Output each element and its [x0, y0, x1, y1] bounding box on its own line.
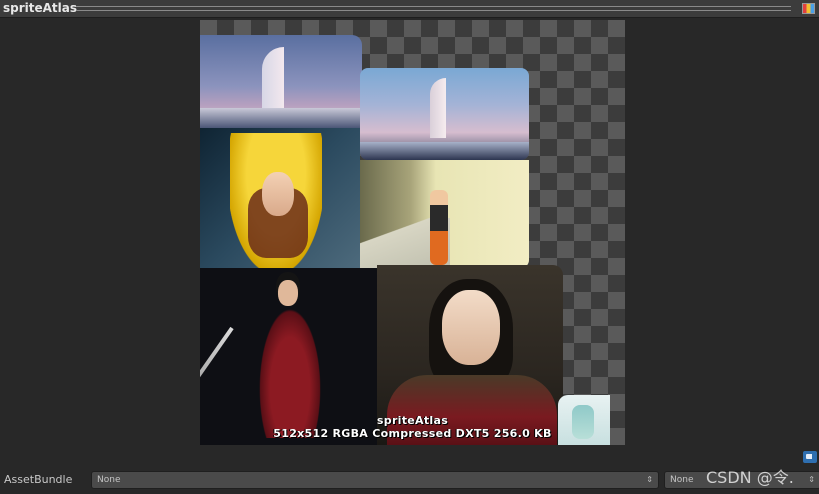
sprite-monument-right	[360, 68, 529, 160]
tag-icon[interactable]	[803, 451, 817, 463]
monument-ground	[200, 108, 362, 128]
monument-arch	[262, 47, 284, 117]
monument-ground	[360, 142, 529, 160]
chevron-updown-icon: ⇕	[646, 475, 653, 484]
sprite-yellow-hood-girl	[200, 128, 360, 268]
atlas-name: spriteAtlas	[376, 414, 449, 427]
warrior-sword	[200, 326, 234, 412]
assetbundle-label: AssetBundle	[4, 473, 73, 486]
assetbundle-bar: AssetBundle None ⇕ None ⇕	[0, 466, 819, 494]
preview-header: spriteAtlas	[0, 0, 819, 18]
chevron-updown-icon: ⇕	[808, 475, 815, 484]
portrait-face	[442, 290, 500, 365]
sprite-hallway	[360, 160, 529, 268]
watermark-text: CSDN @令.	[706, 468, 794, 487]
assetbundle-name-value: None	[97, 475, 121, 485]
monument-arch	[430, 78, 446, 138]
layers-icon[interactable]	[802, 3, 815, 14]
sprite-atlas-preview	[200, 20, 625, 445]
sprite-monument-top	[200, 35, 362, 128]
warrior-head	[278, 280, 298, 306]
header-drag-line[interactable]	[76, 6, 791, 11]
window-title: spriteAtlas	[3, 1, 78, 15]
assetbundle-variant-value: None	[670, 475, 694, 485]
face-shape	[262, 172, 294, 216]
hallway-person	[430, 190, 448, 265]
atlas-info: 512x512 RGBA Compressed DXT5 256.0 KB	[273, 427, 552, 440]
preview-caption: spriteAtlas 512x512 RGBA Compressed DXT5…	[200, 414, 625, 440]
assetbundle-name-dropdown[interactable]: None ⇕	[91, 471, 659, 489]
